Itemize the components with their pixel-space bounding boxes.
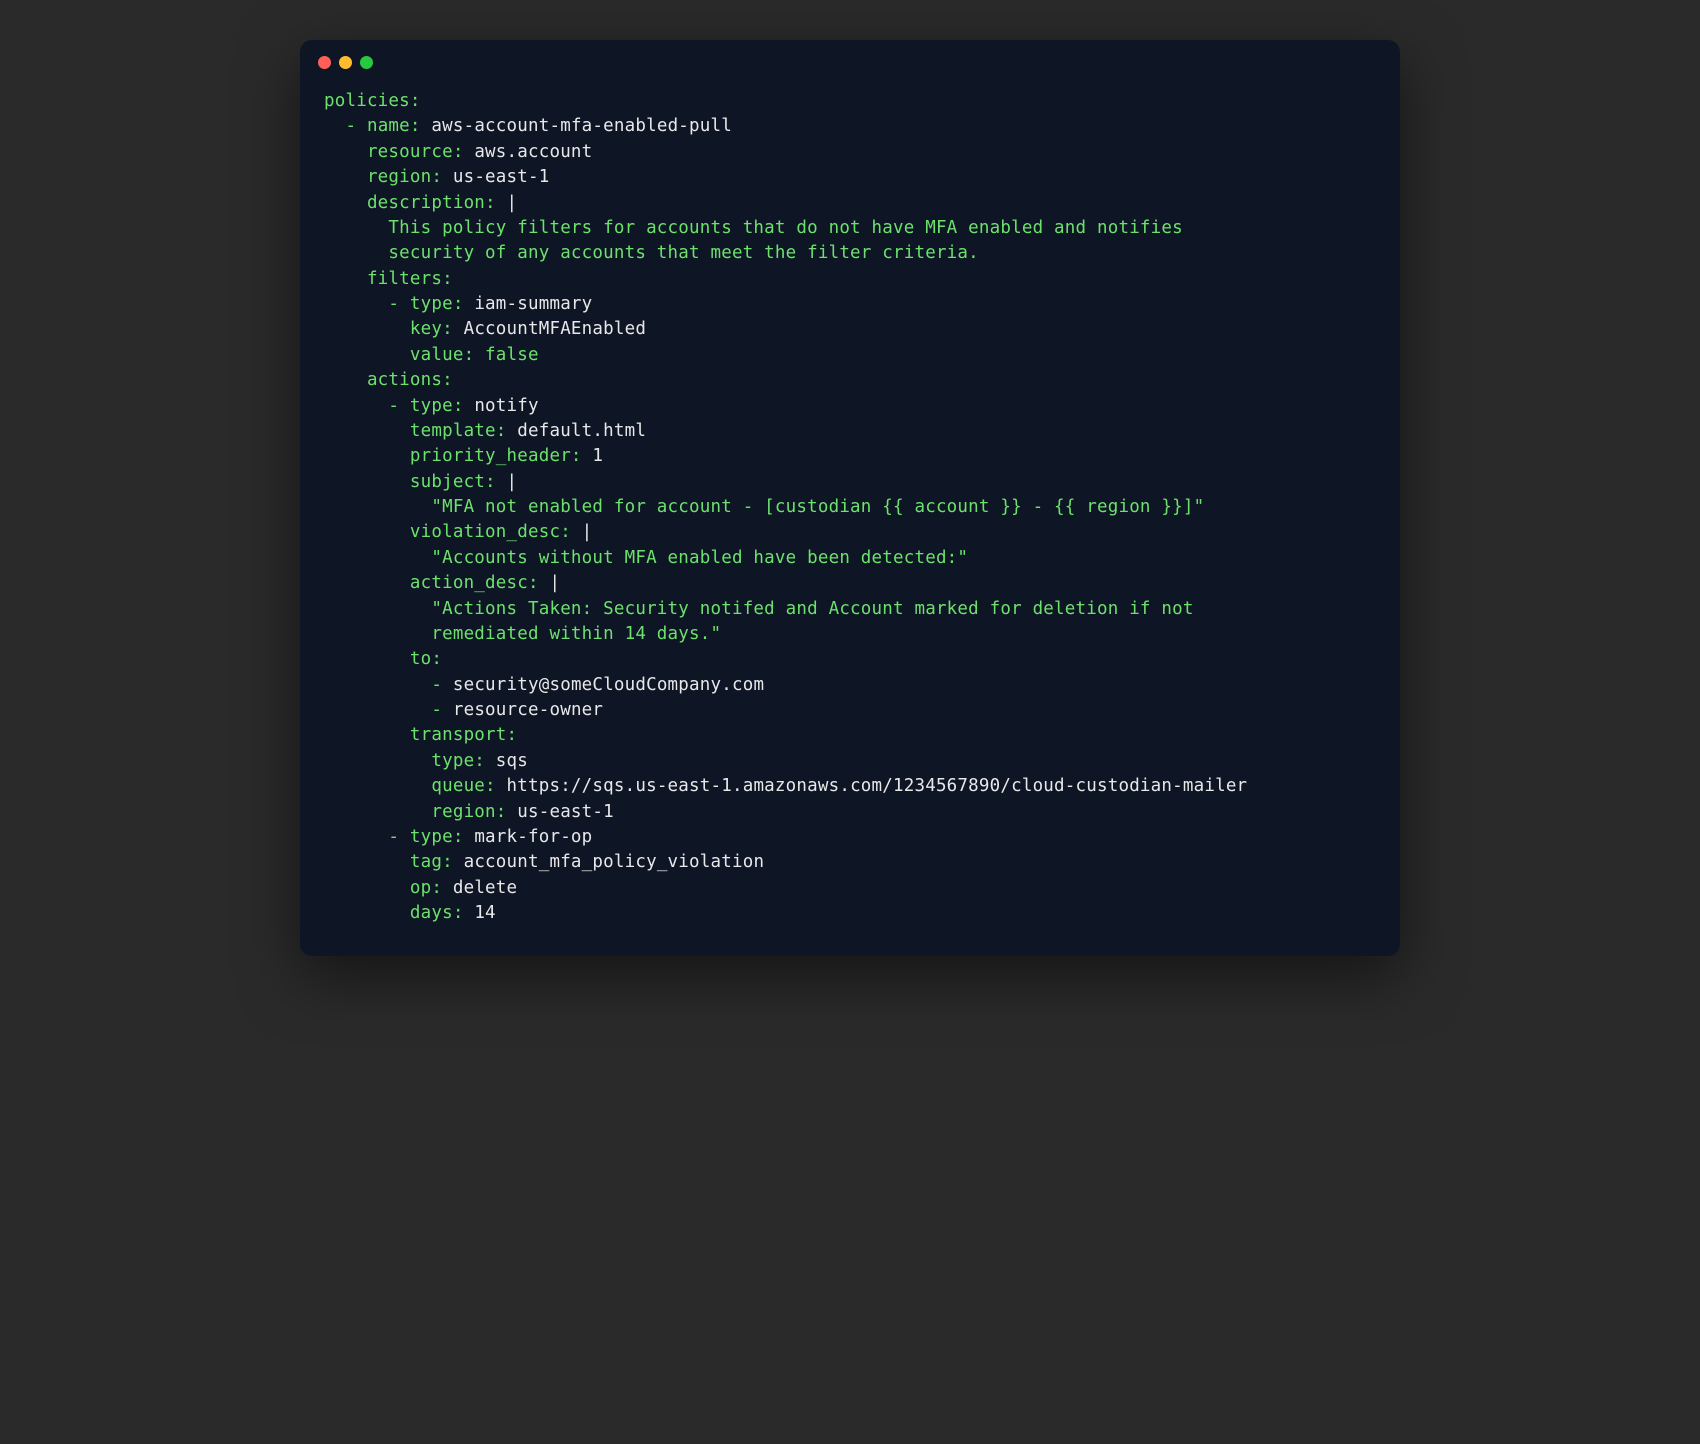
yaml-key: type: [410, 827, 474, 847]
yaml-key: op: [324, 878, 453, 898]
yaml-value: 1 [592, 446, 603, 466]
yaml-value: notify [474, 396, 538, 416]
yaml-key: name: [367, 116, 431, 136]
yaml-string: "Actions Taken: Security notifed and Acc… [324, 599, 1194, 619]
yaml-key: region: [324, 167, 453, 187]
yaml-value: aws-account-mfa-enabled-pull [431, 116, 732, 136]
maximize-icon[interactable] [360, 56, 373, 69]
yaml-key: subject: [324, 472, 507, 492]
yaml-value: delete [453, 878, 517, 898]
yaml-value: aws.account [474, 142, 592, 162]
yaml-key: region: [324, 802, 517, 822]
yaml-key: violation_desc: [324, 522, 582, 542]
close-icon[interactable] [318, 56, 331, 69]
yaml-key: type: [410, 294, 474, 314]
yaml-key: template: [324, 421, 517, 441]
yaml-string: This policy filters for accounts that do… [324, 218, 1183, 238]
yaml-key: policies: [324, 91, 421, 111]
list-dash: - [324, 294, 410, 314]
yaml-value: us-east-1 [517, 802, 614, 822]
yaml-value: false [485, 345, 539, 365]
yaml-pipe: | [582, 522, 593, 542]
yaml-value: mark-for-op [474, 827, 592, 847]
code-content: policies: - name: aws-account-mfa-enable… [300, 79, 1400, 956]
yaml-key: action_desc: [324, 573, 549, 593]
yaml-value: security@someCloudCompany.com [453, 675, 764, 695]
yaml-key: resource: [324, 142, 474, 162]
yaml-key: priority_header: [324, 446, 592, 466]
list-dash: - [324, 700, 453, 720]
yaml-key: filters: [324, 269, 453, 289]
yaml-key: value: [324, 345, 485, 365]
yaml-key: actions: [324, 370, 453, 390]
yaml-pipe: | [549, 573, 560, 593]
yaml-value: account_mfa_policy_violation [464, 852, 765, 872]
yaml-value: iam-summary [474, 294, 592, 314]
yaml-pipe: | [507, 193, 518, 213]
yaml-value: resource-owner [453, 700, 603, 720]
yaml-key: tag: [324, 852, 464, 872]
yaml-value: us-east-1 [453, 167, 550, 187]
yaml-string: "Accounts without MFA enabled have been … [324, 548, 968, 568]
list-dash: - [324, 827, 410, 847]
list-dash: - [324, 396, 410, 416]
yaml-key: key: [324, 319, 464, 339]
yaml-value: 14 [474, 903, 495, 923]
yaml-value: sqs [496, 751, 528, 771]
yaml-string: "MFA not enabled for account - [custodia… [324, 497, 1204, 517]
yaml-key: type: [410, 396, 474, 416]
yaml-key: description: [324, 193, 507, 213]
yaml-value: https://sqs.us-east-1.amazonaws.com/1234… [507, 776, 1248, 796]
yaml-value: AccountMFAEnabled [464, 319, 647, 339]
yaml-key: days: [324, 903, 474, 923]
yaml-string: security of any accounts that meet the f… [324, 243, 979, 263]
yaml-pipe: | [507, 472, 518, 492]
list-dash: - [324, 675, 453, 695]
minimize-icon[interactable] [339, 56, 352, 69]
yaml-key: type: [324, 751, 496, 771]
yaml-key: transport: [324, 725, 517, 745]
yaml-key: queue: [324, 776, 507, 796]
terminal-window: policies: - name: aws-account-mfa-enable… [300, 40, 1400, 956]
yaml-key: to: [324, 649, 442, 669]
yaml-value: default.html [517, 421, 646, 441]
titlebar [300, 40, 1400, 79]
yaml-string: remediated within 14 days." [324, 624, 721, 644]
list-dash: - [324, 116, 367, 136]
